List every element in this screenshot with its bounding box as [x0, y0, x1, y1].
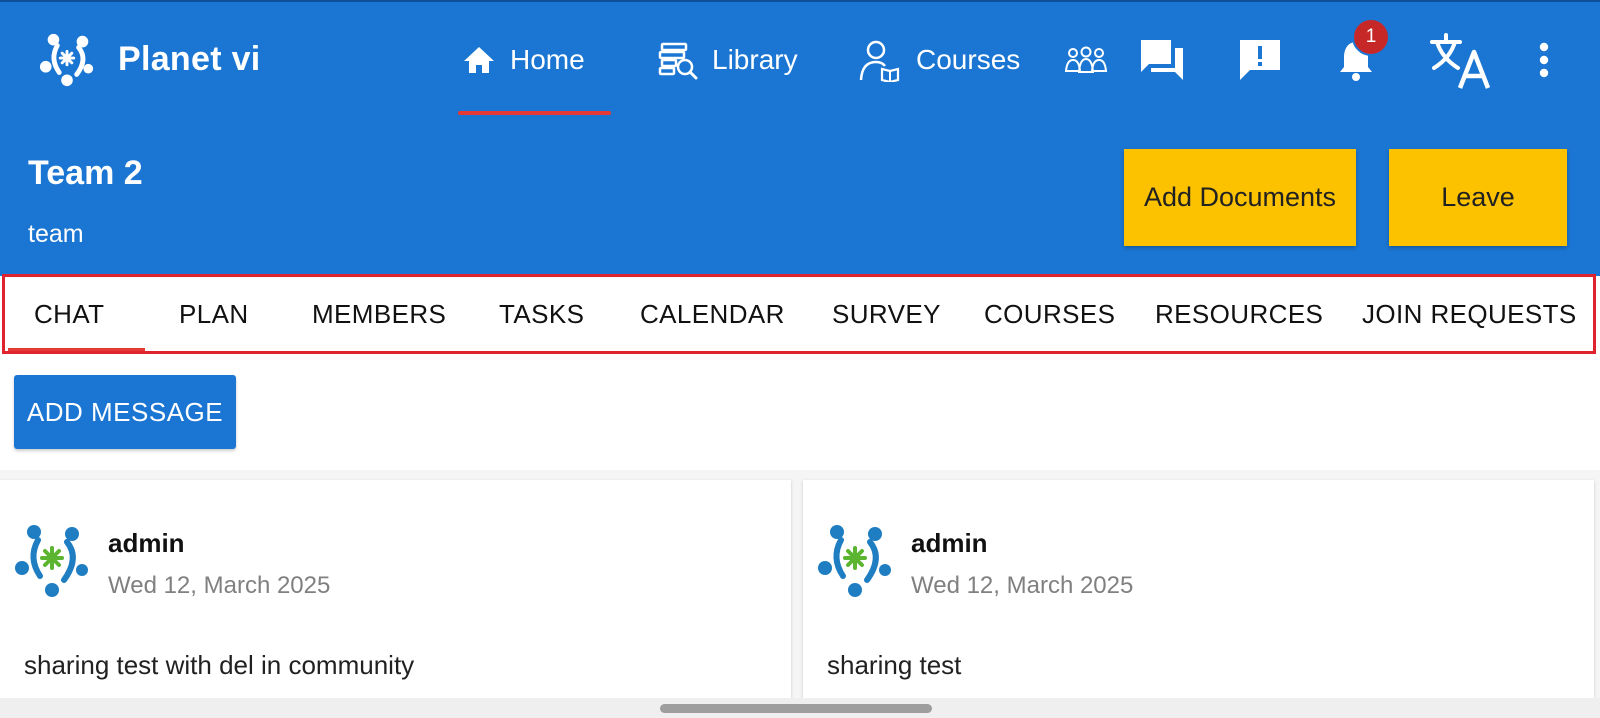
- tab-tasks[interactable]: TASKS: [499, 277, 584, 351]
- message-card[interactable]: admin Wed 12, March 2025 sharing test: [803, 480, 1594, 698]
- team-tabs: CHAT PLAN MEMBERS TASKS CALENDAR SURVEY …: [2, 274, 1596, 354]
- community-icon: [1064, 46, 1108, 73]
- tab-resources[interactable]: RESOURCES: [1155, 277, 1323, 351]
- language-button[interactable]: [1428, 28, 1494, 94]
- notification-badge: 1: [1352, 18, 1390, 56]
- home-icon: [464, 47, 494, 73]
- translate-icon: [1430, 33, 1491, 89]
- nav-courses[interactable]: Courses: [858, 38, 1020, 82]
- nav-library[interactable]: Library: [658, 38, 798, 82]
- add-message-button[interactable]: ADD MESSAGE: [14, 375, 236, 449]
- planet-logo-icon: [39, 33, 94, 87]
- tab-chat[interactable]: CHAT: [34, 277, 104, 351]
- tab-plan[interactable]: PLAN: [179, 277, 249, 351]
- message-text: sharing test with del in community: [24, 650, 415, 680]
- feedback-button[interactable]: [1232, 32, 1288, 88]
- avatar: [15, 525, 88, 597]
- message-author: admin: [911, 528, 988, 558]
- message-date: Wed 12, March 2025: [108, 572, 331, 599]
- more-menu-button[interactable]: [1526, 32, 1562, 88]
- app-name: Planet vi: [118, 39, 261, 78]
- nav-home[interactable]: Home: [462, 38, 585, 82]
- tab-courses[interactable]: COURSES: [984, 277, 1115, 351]
- nav-courses-label: Courses: [916, 44, 1021, 75]
- tab-join-requests[interactable]: JOIN REQUESTS: [1362, 277, 1577, 351]
- leave-button[interactable]: Leave: [1389, 149, 1567, 246]
- message-author: admin: [108, 528, 185, 558]
- team-title: Team 2: [28, 154, 143, 192]
- message-text: sharing test: [827, 650, 962, 680]
- tab-active-indicator: [8, 348, 145, 351]
- message-card[interactable]: admin Wed 12, March 2025 sharing test wi…: [0, 480, 791, 698]
- avatar: [818, 525, 891, 597]
- home-indicator[interactable]: [660, 704, 932, 713]
- feedback-icon: [1240, 40, 1280, 80]
- add-documents-button[interactable]: Add Documents: [1124, 149, 1356, 246]
- chat-button[interactable]: [1134, 32, 1190, 88]
- nav-home-label: Home: [510, 44, 585, 75]
- library-icon: [658, 42, 698, 80]
- team-type: team: [28, 220, 84, 248]
- app-bar: Planet vi Home Library Courses 1 Team 2 …: [0, 0, 1600, 276]
- courses-icon: [859, 40, 900, 82]
- community-button[interactable]: [1058, 32, 1114, 88]
- chat-icon: [1141, 40, 1183, 80]
- tab-calendar[interactable]: CALENDAR: [640, 277, 785, 351]
- more-vertical-icon: [1539, 42, 1549, 78]
- nav-library-label: Library: [712, 44, 798, 75]
- brand[interactable]: Planet vi: [38, 30, 261, 88]
- tab-survey[interactable]: SURVEY: [832, 277, 941, 351]
- nav-active-indicator: [458, 111, 611, 115]
- message-date: Wed 12, March 2025: [911, 572, 1134, 599]
- tab-members[interactable]: MEMBERS: [312, 277, 446, 351]
